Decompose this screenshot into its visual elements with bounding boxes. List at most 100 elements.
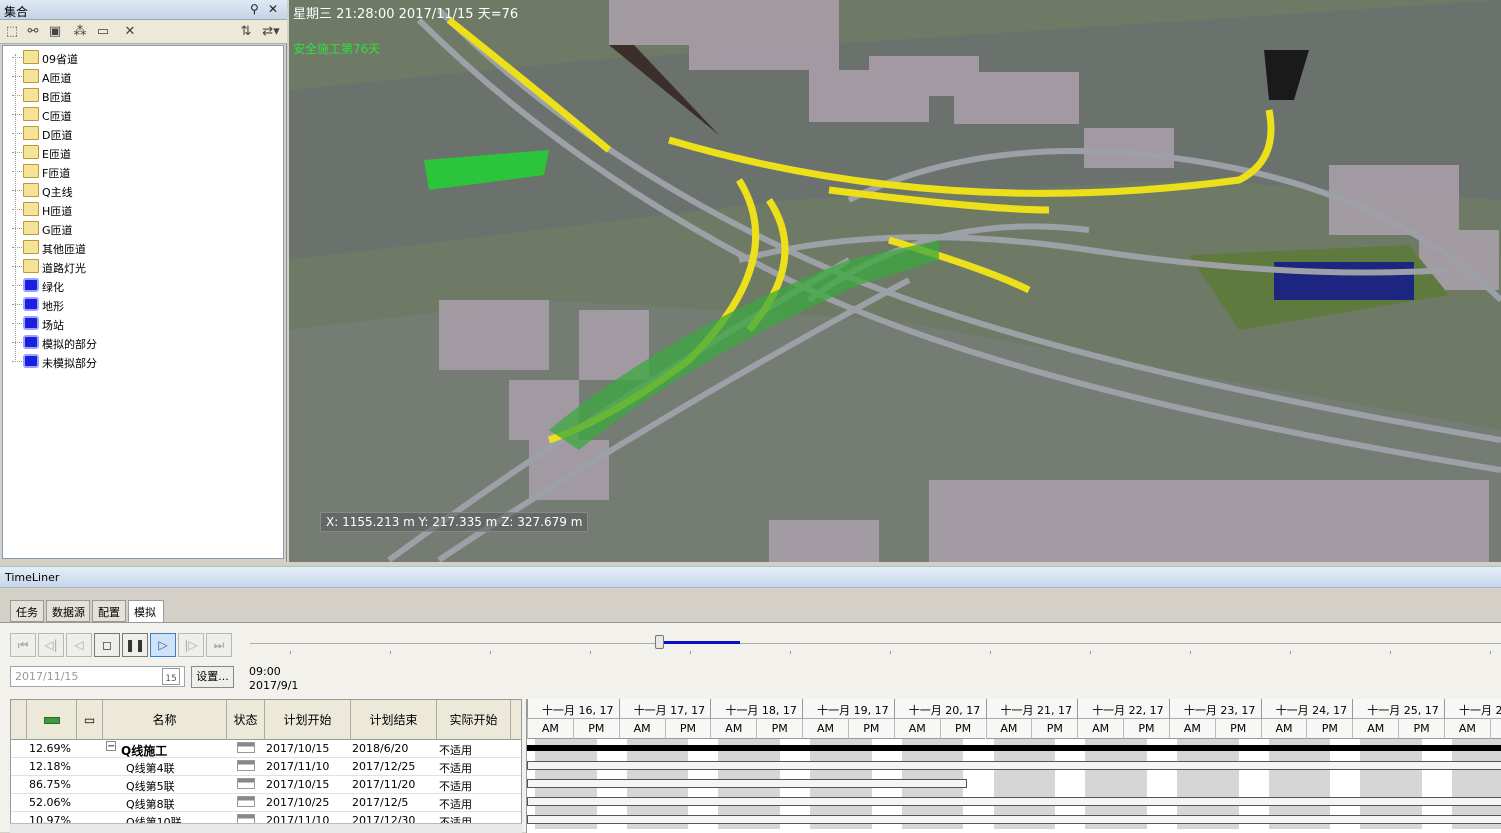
- collapse-icon[interactable]: −: [106, 741, 116, 752]
- tree-item-label: Q主线: [42, 186, 73, 199]
- tree-item[interactable]: 绿化: [3, 276, 273, 295]
- tree-item[interactable]: 地形: [3, 295, 273, 314]
- play-button[interactable]: ▷: [150, 633, 176, 657]
- tree-item[interactable]: 未模拟部分: [3, 352, 273, 371]
- tab-simulate[interactable]: 模拟: [128, 600, 164, 623]
- sort-icon[interactable]: ⇅: [237, 23, 255, 41]
- new-set-icon[interactable]: ▣: [46, 23, 64, 41]
- simulation-date-input[interactable]: 2017/11/15 15: [10, 666, 185, 687]
- tree-item-label: 地形: [42, 300, 64, 313]
- settings-button[interactable]: 设置...: [191, 666, 234, 688]
- task-grid-header: ▭ 名称 状态 计划开始 计划结束 实际开始: [11, 700, 521, 740]
- tree-item[interactable]: 其他匝道: [3, 238, 273, 257]
- folder-icon: [23, 259, 39, 273]
- delete-icon[interactable]: ✕: [121, 23, 139, 41]
- step-forward-button[interactable]: |▷: [178, 633, 204, 657]
- tree-item[interactable]: 场站: [3, 314, 273, 333]
- tab-data-sources[interactable]: 数据源: [46, 600, 90, 622]
- gantt-am-header: AM: [710, 719, 757, 739]
- task-row[interactable]: 52.06% Q线第8联 2017/10/25 2017/12/5 不适用: [11, 794, 521, 812]
- tree-item[interactable]: D匝道: [3, 124, 273, 143]
- tree-item[interactable]: C匝道: [3, 105, 273, 124]
- tree-item-label: 模拟的部分: [42, 338, 97, 351]
- task-progress: 86.75%: [29, 778, 71, 791]
- selection-set-icon: [23, 335, 39, 349]
- tree-item-label: 道路灯光: [42, 262, 86, 275]
- tree-item[interactable]: 09省道: [3, 48, 273, 67]
- step-back-button[interactable]: ◁|: [38, 633, 64, 657]
- tree-item[interactable]: G匝道: [3, 219, 273, 238]
- scene-render: [289, 0, 1501, 562]
- simulation-slider[interactable]: [250, 635, 1501, 654]
- gantt-day-header: 十一月 17, 17: [618, 699, 711, 719]
- header-comment[interactable]: ▭: [77, 700, 103, 740]
- header-actual-start[interactable]: 实际开始: [437, 700, 511, 740]
- header-name[interactable]: 名称: [103, 700, 227, 740]
- play-reverse-button[interactable]: ◁: [66, 633, 92, 657]
- gantt-pm-header: PM: [1489, 719, 1501, 739]
- tree-item[interactable]: Q主线: [3, 181, 273, 200]
- gantt-day-header: 十一月 18, 17: [710, 699, 802, 719]
- rewind-start-button[interactable]: ⏮: [10, 633, 36, 657]
- gantt-task-bar[interactable]: [527, 815, 1501, 824]
- tree-item-label: C匝道: [42, 110, 72, 123]
- gantt-task-bar[interactable]: [527, 779, 967, 788]
- timeliner-simulate-pane: ⏮ ◁| ◁ ◻ ❚❚ ▷ |▷ ⏭ 2017/11/15 15 设置... 0…: [0, 622, 1501, 833]
- select-icon[interactable]: ⬚: [3, 23, 21, 41]
- tree-item[interactable]: 道路灯光: [3, 257, 273, 276]
- tree-item[interactable]: F匝道: [3, 162, 273, 181]
- gantt-row: [527, 739, 1501, 757]
- sets-icon[interactable]: ⁂: [71, 23, 89, 41]
- gantt-day-header: 十一月 21, 17: [985, 699, 1078, 719]
- folder-icon: [23, 202, 39, 216]
- find-icon[interactable]: ⚯: [24, 23, 42, 41]
- calendar-icon[interactable]: 15: [162, 668, 180, 685]
- gantt-day-header: 十一月 2: [1444, 699, 1501, 719]
- time-label: 09:00: [249, 665, 281, 678]
- tree-item[interactable]: B匝道: [3, 86, 273, 105]
- task-row[interactable]: 12.69% − Q线施工 2017/10/15 2018/6/20 不适用: [11, 740, 521, 758]
- task-status-icon: [237, 742, 255, 753]
- gantt-pm-header: PM: [1031, 719, 1078, 739]
- gantt-task-bar[interactable]: [527, 761, 1501, 770]
- tree-item-label: F匝道: [42, 167, 71, 180]
- task-row[interactable]: 86.75% Q线第5联 2017/10/15 2017/11/20 不适用: [11, 776, 521, 794]
- comment-icon[interactable]: ▭: [94, 23, 112, 41]
- header-planned-end[interactable]: 计划结束: [351, 700, 437, 740]
- import-export-icon[interactable]: ⇄▾: [259, 23, 283, 41]
- header-status[interactable]: 状态: [227, 700, 265, 740]
- gantt-am-header: AM: [1077, 719, 1124, 739]
- 3d-viewport[interactable]: 星期三 21:28:00 2017/11/15 天=76 安全施工第76天 X:…: [289, 0, 1501, 562]
- task-name: Q线第8联: [126, 798, 175, 811]
- task-row[interactable]: 12.18% Q线第4联 2017/11/10 2017/12/25 不适用: [11, 758, 521, 776]
- gantt-task-bar[interactable]: [527, 797, 1501, 806]
- gantt-summary-bar[interactable]: [527, 745, 1501, 751]
- tree-item[interactable]: A匝道: [3, 67, 273, 86]
- selection-set-icon: [23, 316, 39, 330]
- slider-thumb[interactable]: [655, 635, 664, 649]
- forward-end-button[interactable]: ⏭: [206, 633, 232, 657]
- task-grid: ▭ 名称 状态 计划开始 计划结束 实际开始 12.69% − Q线施工 2017/1…: [10, 699, 522, 833]
- tab-configure[interactable]: 配置: [92, 600, 126, 622]
- progress-icon: [43, 717, 60, 724]
- selection-set-icon: [23, 278, 39, 292]
- pause-button[interactable]: ❚❚: [122, 633, 148, 657]
- header-planned-start[interactable]: 计划开始: [265, 700, 351, 740]
- tree-item[interactable]: H匝道: [3, 200, 273, 219]
- tree-item[interactable]: 模拟的部分: [3, 333, 273, 352]
- gantt-day-header: 十一月 20, 17: [893, 699, 986, 719]
- header-select[interactable]: [11, 700, 27, 740]
- pin-icon[interactable]: ⚲: [250, 2, 259, 16]
- header-progress[interactable]: [27, 700, 77, 740]
- tab-tasks[interactable]: 任务: [10, 600, 44, 622]
- gantt-pm-header: PM: [664, 719, 711, 739]
- tree-item[interactable]: E匝道: [3, 143, 273, 162]
- close-icon[interactable]: ✕: [268, 2, 278, 16]
- task-progress: 12.69%: [29, 742, 71, 755]
- task-planned-start: 2017/10/15: [266, 742, 330, 755]
- tree-item-label: 未模拟部分: [42, 357, 97, 370]
- folder-icon: [23, 69, 39, 83]
- task-planned-start: 2017/10/25: [266, 796, 330, 809]
- task-planned-end: 2017/12/5: [352, 796, 409, 809]
- stop-button[interactable]: ◻: [94, 633, 120, 657]
